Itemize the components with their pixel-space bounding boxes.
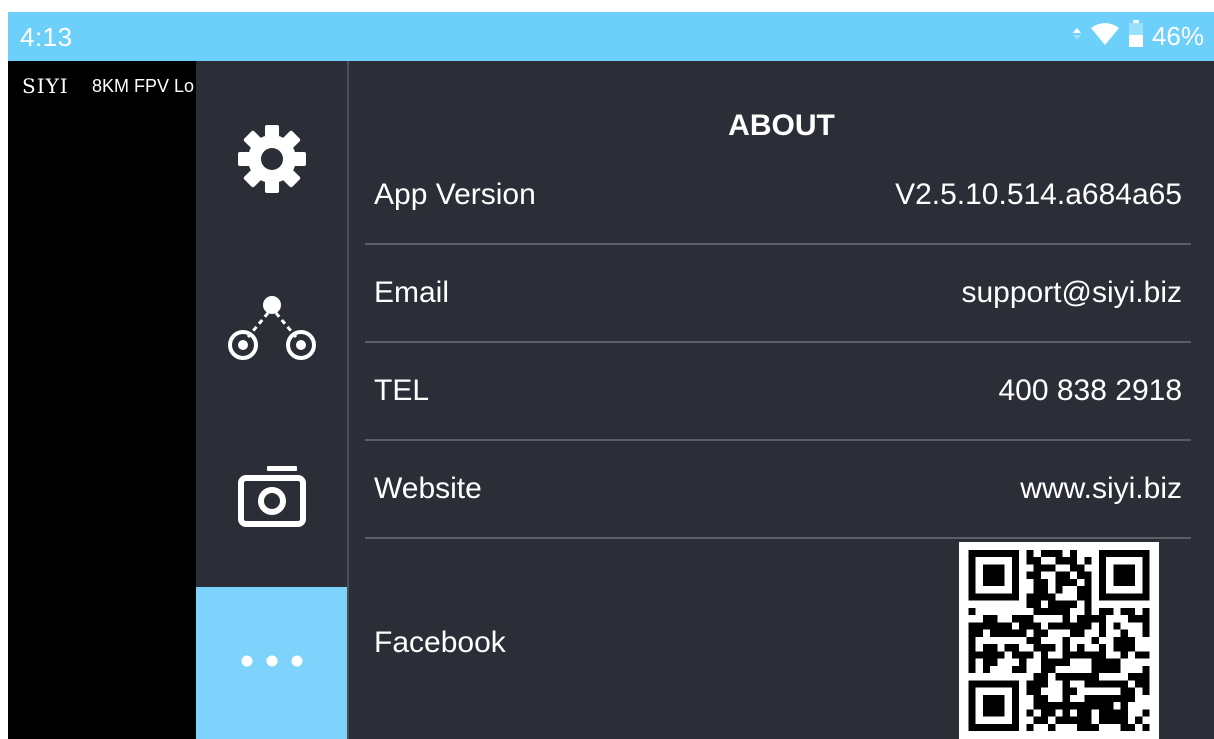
nav-item-link[interactable] [196, 264, 347, 394]
facebook-qr-code [959, 542, 1159, 739]
data-arrows-icon [1072, 27, 1082, 46]
camera-icon [237, 464, 307, 533]
row-label: Website [374, 472, 482, 505]
row-value: V2.5.10.514.a684a65 [895, 178, 1182, 211]
battery-percent: 46% [1151, 20, 1204, 51]
device-screen: 4:13 46% SIYI 8KM FPV Lo ABOUT App Versi… [8, 12, 1214, 739]
facebook-label: Facebook [374, 626, 506, 659]
link-nodes-icon [226, 293, 318, 366]
row-label: Email [374, 276, 450, 309]
about-panel: ABOUT App Version V2.5.10.514.a684a65 Em… [349, 61, 1214, 739]
row-app-version: App Version V2.5.10.514.a684a65 [365, 147, 1191, 245]
row-label: App Version [374, 178, 536, 211]
status-time: 4:13 [20, 22, 73, 52]
row-website: Website www.siyi.biz [365, 441, 1191, 539]
brand-logo: SIYI [22, 74, 69, 98]
wifi-icon [1090, 22, 1120, 51]
row-value[interactable]: support@siyi.biz [961, 245, 1182, 341]
nav-item-more[interactable] [196, 587, 347, 739]
status-bar: 4:13 46% [8, 12, 1214, 61]
row-email: Email support@siyi.biz [365, 245, 1191, 343]
row-value[interactable]: www.siyi.biz [1020, 441, 1182, 537]
row-value[interactable]: 400 838 2918 [998, 343, 1182, 439]
row-tel: TEL 400 838 2918 [365, 343, 1191, 441]
product-name: 8KM FPV Lo [92, 76, 195, 96]
nav-item-settings[interactable] [196, 96, 347, 226]
more-dots-icon [240, 654, 304, 673]
nav-item-camera[interactable] [196, 433, 347, 563]
status-icons: 46% [1072, 19, 1204, 53]
side-nav [196, 61, 347, 739]
page-title: ABOUT [728, 109, 835, 142]
gear-icon [236, 123, 308, 200]
battery-icon [1128, 19, 1144, 53]
row-label: TEL [374, 374, 430, 407]
